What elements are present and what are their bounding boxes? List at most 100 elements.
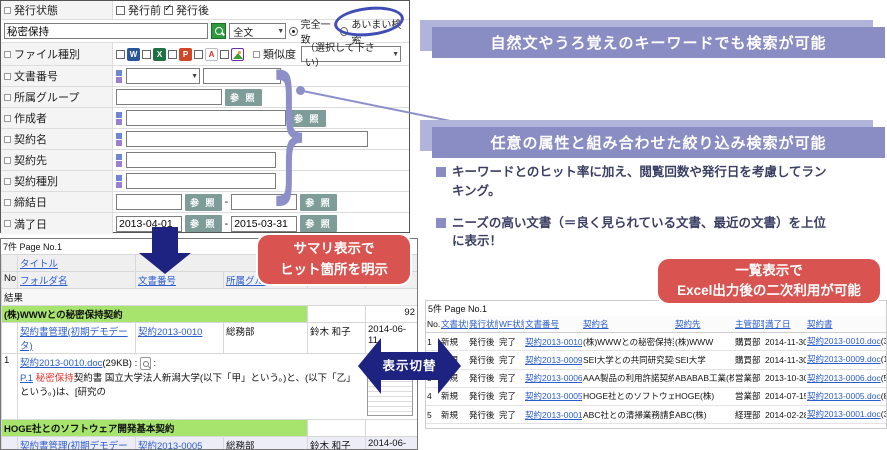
group-input[interactable] — [116, 89, 222, 105]
criteria-checkbox[interactable] — [4, 114, 11, 122]
contract-type-input[interactable] — [126, 173, 276, 189]
conclusion-to-input[interactable] — [231, 194, 298, 210]
powerpoint-checkbox[interactable] — [168, 49, 177, 59]
preview-icon[interactable] — [139, 356, 151, 370]
doc-no-link[interactable]: 契約2013-0009 — [525, 355, 582, 365]
criteria-checkbox[interactable] — [4, 6, 11, 14]
issue-after-checkbox[interactable] — [164, 3, 173, 15]
list-row: 3 新規 発行後 完了 契約2013-0006 AAA製品の利用許諾契約 ABA… — [426, 369, 886, 388]
list-sort-partner[interactable]: 契約先 — [675, 319, 701, 329]
file-link[interactable]: 契約2013-0010.doc — [20, 358, 102, 369]
doc-no-select[interactable] — [126, 68, 200, 84]
doc-no-label-cell: 文書番号 — [1, 66, 113, 86]
list-result-count: 5件 — [428, 304, 443, 314]
criteria-checkbox[interactable] — [253, 50, 260, 58]
criteria-checkbox[interactable] — [4, 72, 11, 80]
range-separator: - — [224, 217, 229, 230]
doc-no-input[interactable] — [203, 68, 281, 84]
file-link[interactable]: 契約2013-0006.doc — [807, 373, 881, 383]
word-icon: W — [127, 47, 140, 61]
range-separator: - — [224, 196, 229, 208]
sort-doc-no-link[interactable]: 文書番号 — [138, 276, 176, 287]
folder-link[interactable]: 契約書管理(初期デモデータ) — [20, 327, 128, 352]
word-checkbox[interactable] — [116, 49, 125, 59]
bullet-text-ranking: キーワードとのヒット率に加え、閲覧回数や発行日を考慮してランキング。 — [452, 165, 827, 198]
expiry-from-input[interactable] — [116, 215, 182, 232]
criteria-checkbox[interactable] — [4, 50, 11, 58]
scope-select[interactable]: 全文 — [229, 23, 287, 39]
creator-refer-button[interactable]: 参 照 — [289, 109, 326, 127]
creator-input[interactable] — [126, 110, 286, 126]
list-sort-doc-no[interactable]: 文書番号 — [525, 319, 559, 329]
view-switch-arrow: 表示切替 — [352, 338, 466, 394]
expiry-from-refer-button[interactable]: 参 照 — [185, 215, 222, 232]
contract-name-input[interactable] — [126, 131, 368, 147]
group-cell: 総務部 — [223, 322, 308, 354]
doc-no-link[interactable]: 契約2013-0005 — [138, 441, 202, 449]
expiry-date-label-cell: 満了日 — [1, 213, 113, 234]
creator-label: 作成者 — [14, 113, 47, 125]
hit-score: 92 — [365, 305, 417, 323]
contract-name-label: 契約名 — [14, 134, 47, 146]
file-link[interactable]: 契約2013-0005.doc — [807, 391, 881, 401]
exact-match-radio[interactable] — [289, 26, 298, 36]
pdf-checkbox[interactable] — [194, 49, 203, 59]
result-title-row: (株)WWWとの秘密保持契約 92 — [1, 305, 417, 323]
doc-no-link[interactable]: 契約2013-0005 — [525, 391, 582, 401]
list-sort-wf-state[interactable]: WF状態 — [499, 319, 524, 329]
list-sort-expiry[interactable]: 満了日 — [765, 319, 791, 329]
result-no: 1 — [1, 353, 18, 420]
image-checkbox[interactable] — [220, 49, 229, 59]
match-option-icon[interactable] — [116, 153, 122, 167]
summary-result-count: 7件 — [3, 242, 18, 252]
contract-partner-input[interactable] — [126, 152, 276, 168]
hit-title: (株)WWWとの秘密保持契約 — [1, 305, 308, 323]
list-sort-dept[interactable]: 主管部署 — [735, 319, 764, 329]
file-link[interactable]: 契約2013-0009.doc — [807, 354, 881, 364]
doc-no-link[interactable]: 契約2013-0006 — [525, 373, 582, 383]
list-sort-issue-state[interactable]: 発行状態 — [469, 319, 498, 329]
match-option-icon[interactable] — [116, 174, 122, 188]
expiry-to-input[interactable] — [231, 215, 298, 232]
summary-page-indicator: Page No.1 — [19, 242, 63, 252]
doc-no-link[interactable]: 契約2013-0001 — [525, 410, 582, 420]
hit-title: HOGE社とのソフトウェア開発基本契約 — [1, 419, 308, 437]
criteria-checkbox[interactable] — [4, 220, 11, 227]
list-sort-contract-name[interactable]: 契約名 — [583, 319, 609, 329]
criteria-checkbox[interactable] — [4, 93, 11, 101]
criteria-checkbox[interactable] — [4, 198, 11, 206]
keyword-input[interactable] — [4, 23, 209, 39]
issue-before-checkbox[interactable] — [116, 5, 125, 15]
match-option-icon[interactable] — [116, 69, 122, 83]
folder-link[interactable]: 契約書管理(初期デモデータ) — [20, 441, 128, 449]
file-link[interactable]: 契約2013-0001.doc — [807, 409, 881, 419]
match-option-icon[interactable] — [116, 132, 122, 146]
conclusion-date-label: 締結日 — [14, 197, 47, 209]
criteria-checkbox[interactable] — [4, 156, 11, 164]
match-option-icon[interactable] — [116, 111, 122, 125]
excel-checkbox[interactable] — [142, 49, 151, 59]
conclusion-from-refer-button[interactable]: 参 照 — [185, 193, 222, 211]
list-sort-file[interactable]: 契約書 — [807, 319, 833, 329]
page-ref-link[interactable]: P.1 — [20, 373, 33, 384]
conclusion-date-label-cell: 締結日 — [1, 192, 113, 212]
list-row: 5 新規 発行後 完了 契約2013-0001 ABC社との清掃業務請負契約書 … — [426, 405, 886, 425]
file-link[interactable]: 契約2013-0010.doc — [807, 336, 881, 346]
creator-cell: 鈴木 和子 — [307, 436, 366, 449]
group-refer-button[interactable]: 参 照 — [225, 88, 262, 106]
similarity-select[interactable]: （選択して下さい） — [301, 43, 401, 69]
sort-title-link[interactable]: タイトル — [20, 259, 58, 270]
group-cell: 総務部 — [223, 436, 308, 449]
doc-no-link[interactable]: 契約2013-0010 — [138, 327, 202, 338]
list-sort-doc-state[interactable]: 文書状態 — [441, 319, 468, 329]
criteria-checkbox[interactable] — [4, 177, 11, 185]
sort-folder-link[interactable]: フォルダ名 — [20, 276, 68, 287]
conclusion-to-refer-button[interactable]: 参 照 — [300, 193, 337, 211]
group-label: 所属グループ — [14, 92, 80, 104]
creator-label-cell: 作成者 — [1, 108, 113, 128]
search-button[interactable] — [211, 23, 227, 39]
criteria-checkbox[interactable] — [4, 135, 11, 143]
expiry-to-refer-button[interactable]: 参 照 — [300, 215, 337, 232]
doc-no-link[interactable]: 契約2013-0010 — [525, 337, 582, 347]
conclusion-from-input[interactable] — [116, 194, 182, 210]
